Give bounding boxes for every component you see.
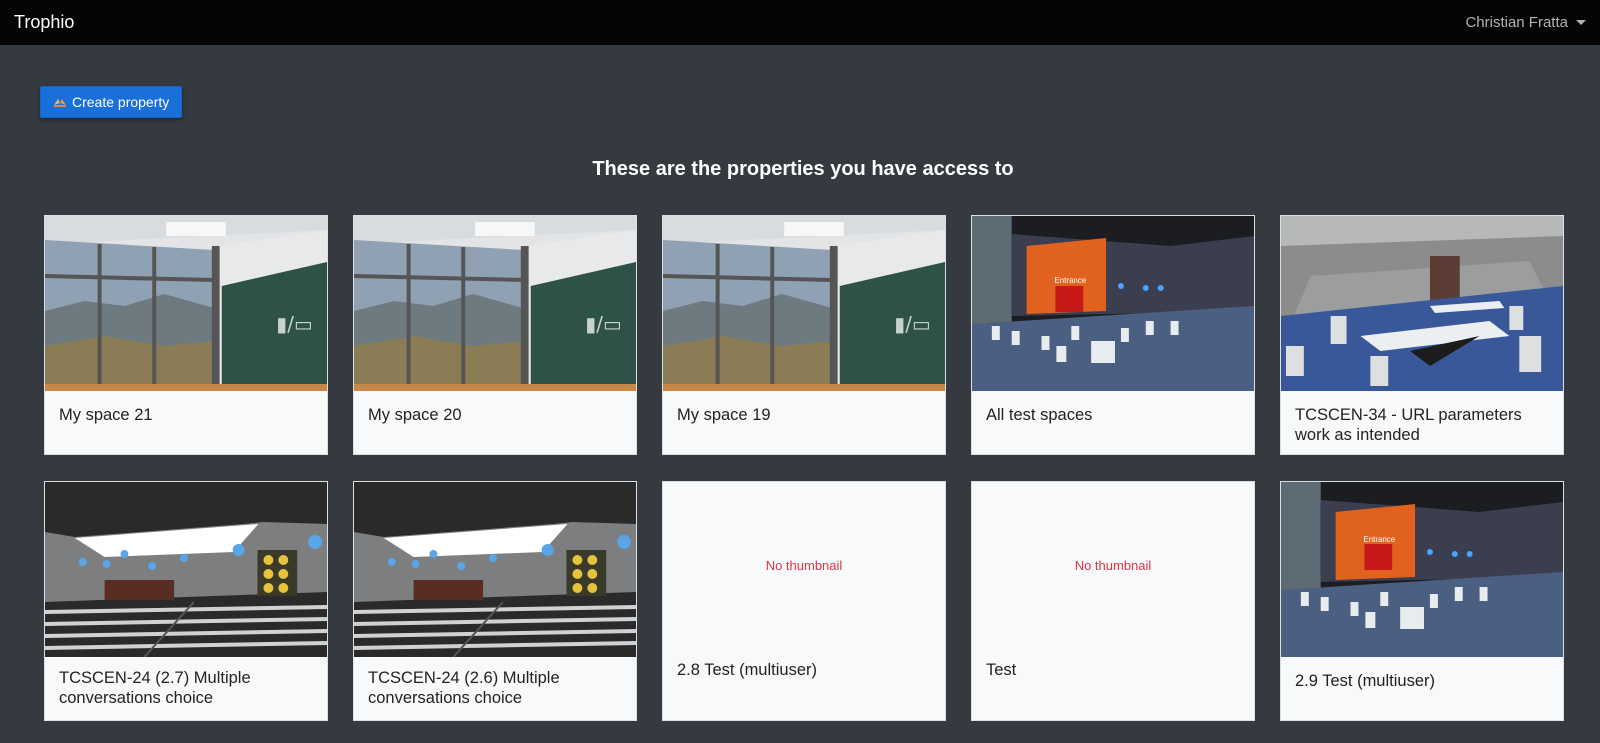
page-heading: These are the properties you have access… — [592, 158, 1014, 180]
brand-logo[interactable]: Trophio — [14, 12, 74, 33]
user-menu-dropdown[interactable]: Christian Fratta — [1465, 14, 1586, 31]
property-thumbnail — [45, 482, 327, 657]
property-card[interactable]: No thumbnail 2.8 Test (multiuser) — [662, 481, 946, 721]
property-card[interactable]: ▮/▭ My space 21 — [44, 215, 328, 455]
property-card[interactable]: TCSCEN-34 - URL parameters work as inten… — [1280, 215, 1564, 455]
property-title: TCSCEN-34 - URL parameters work as inten… — [1295, 406, 1522, 444]
property-title: All test spaces — [986, 406, 1093, 424]
hands-icon — [54, 99, 66, 107]
property-title: Test — [986, 661, 1017, 679]
property-thumbnail — [1281, 216, 1563, 391]
caret-down-icon — [1576, 20, 1586, 25]
property-card[interactable]: ▮/▭ My space 19 — [662, 215, 946, 455]
svg-text:▮/▭: ▮/▭ — [585, 313, 621, 336]
property-card[interactable]: TCSCEN-24 (2.6) Multiple conversations c… — [353, 481, 637, 721]
entrance-sign: Entrance — [1363, 535, 1395, 544]
property-thumbnail: Entrance — [972, 216, 1254, 391]
no-thumbnail-label: No thumbnail — [1074, 558, 1152, 573]
property-thumbnail: ▮/▭ — [354, 216, 636, 391]
property-title: 2.8 Test (multiuser) — [677, 661, 817, 679]
no-thumbnail-label: No thumbnail — [765, 558, 843, 573]
entrance-sign: Entrance — [1054, 276, 1086, 285]
property-thumbnail: ▮/▭ — [45, 216, 327, 391]
property-card[interactable]: TCSCEN-24 (2.7) Multiple conversations c… — [44, 481, 328, 721]
property-title: TCSCEN-24 (2.6) Multiple conversations c… — [368, 669, 560, 707]
property-title: TCSCEN-24 (2.7) Multiple conversations c… — [59, 669, 251, 707]
property-card[interactable]: Entrance 2.9 Test (multiuser) — [1280, 481, 1564, 721]
property-thumbnail: ▮/▭ — [663, 216, 945, 391]
property-thumbnail: Entrance — [1281, 482, 1563, 657]
create-property-label: Create property — [72, 94, 170, 110]
property-thumbnail — [354, 482, 636, 657]
svg-text:▮/▭: ▮/▭ — [276, 313, 312, 336]
svg-text:▮/▭: ▮/▭ — [894, 313, 930, 336]
create-property-button[interactable]: Create property — [40, 86, 183, 118]
user-name: Christian Fratta — [1465, 14, 1568, 31]
property-card[interactable]: Entrance All test spaces — [971, 215, 1255, 455]
property-card[interactable]: ▮/▭ My space 20 — [353, 215, 637, 455]
property-card[interactable]: No thumbnail Test — [971, 481, 1255, 721]
property-title: My space 19 — [677, 406, 771, 424]
property-title: 2.9 Test (multiuser) — [1295, 672, 1435, 690]
property-title: My space 20 — [368, 406, 462, 424]
property-title: My space 21 — [59, 406, 153, 424]
top-navbar: Trophio Christian Fratta — [0, 0, 1600, 45]
